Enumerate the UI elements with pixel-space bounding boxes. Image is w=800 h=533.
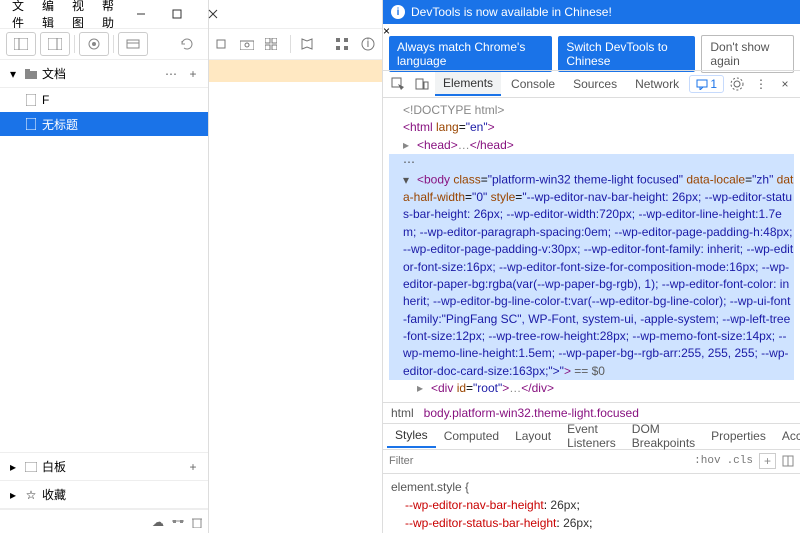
stab-acc[interactable]: Accessibility: [774, 425, 800, 447]
minimize-button[interactable]: [124, 2, 158, 26]
more-icon[interactable]: ⋮: [750, 73, 772, 95]
tag-icon[interactable]: [215, 38, 230, 50]
btn-switch-chinese[interactable]: Switch DevTools to Chinese: [558, 36, 695, 72]
bottom-sections: ▸ 白板 + ▸ ☆ 收藏: [0, 452, 208, 509]
middle-toolbar: i: [209, 28, 382, 60]
devtools-pane: i DevTools is now available in Chinese! …: [383, 0, 800, 533]
divider: [74, 35, 75, 53]
add-rule-icon[interactable]: +: [759, 453, 776, 469]
devtools-banner: i DevTools is now available in Chinese!: [383, 0, 800, 24]
grid-icon[interactable]: [265, 38, 280, 50]
middle-pane: i: [209, 0, 383, 533]
book-icon[interactable]: [301, 38, 316, 50]
file-icon: [26, 94, 36, 106]
settings-icon[interactable]: [172, 516, 184, 528]
stab-props[interactable]: Properties: [703, 425, 774, 447]
statusbar: ☁: [0, 509, 208, 533]
devtools-header: Elements Console Sources Network 1 ⋮ ×: [383, 70, 800, 98]
list-item[interactable]: [209, 60, 382, 82]
sync-button[interactable]: [118, 32, 148, 56]
stab-layout[interactable]: Layout: [507, 425, 559, 447]
menubar: 文件 编辑 视图 帮助: [0, 0, 208, 28]
section-label: 收藏: [42, 486, 202, 503]
tab-elements[interactable]: Elements: [435, 72, 501, 96]
left-toolbar: [0, 28, 208, 60]
tab-network[interactable]: Network: [627, 73, 687, 95]
section-whiteboard[interactable]: ▸ 白板 +: [0, 453, 208, 481]
section-add-icon[interactable]: +: [184, 460, 202, 474]
styles-tabs: Styles Computed Layout Event Listeners D…: [383, 424, 800, 450]
tab-console[interactable]: Console: [503, 73, 563, 95]
section-more-icon[interactable]: ⋯: [162, 67, 180, 81]
layout-button-2[interactable]: [40, 32, 70, 56]
gear-icon[interactable]: [726, 73, 748, 95]
stab-computed[interactable]: Computed: [436, 425, 507, 447]
folder-icon: [24, 69, 38, 79]
trash-icon[interactable]: [192, 516, 202, 528]
middle-toolbar-wrap: i: [209, 0, 382, 60]
chevron-right-icon: ▸: [6, 488, 20, 502]
star-icon: ☆: [24, 488, 38, 502]
devtools-close-icon[interactable]: ×: [774, 73, 796, 95]
dom-doctype: <!DOCTYPE html>: [403, 103, 504, 117]
middle-list: [209, 60, 382, 533]
divider: [290, 35, 291, 53]
grid2-icon[interactable]: [336, 38, 351, 50]
layout-button-1[interactable]: [6, 32, 36, 56]
panel-menu-icon[interactable]: [782, 455, 794, 467]
messages-badge[interactable]: 1: [689, 75, 724, 93]
chevron-down-icon: ▾: [6, 67, 20, 81]
banner-text: DevTools is now available in Chinese!: [411, 5, 612, 19]
crumb-html[interactable]: html: [391, 406, 414, 420]
circle-button[interactable]: [79, 32, 109, 56]
btn-match-language[interactable]: Always match Chrome's language: [389, 36, 552, 72]
section-label: 白板: [42, 458, 180, 475]
dom-body-node[interactable]: ⋯ ▾<body class="platform-win32 theme-lig…: [389, 154, 794, 380]
inspect-icon[interactable]: [387, 73, 409, 95]
css-declaration[interactable]: --wp-editor-nav-bar-height: 26px;: [391, 496, 792, 514]
tree-item[interactable]: F: [0, 88, 208, 112]
maximize-button[interactable]: [160, 2, 194, 26]
rule-selector: element.style {: [391, 478, 792, 496]
section-favorites[interactable]: ▸ ☆ 收藏: [0, 481, 208, 509]
left-pane: 文件 编辑 视图 帮助 ▾ 文档 ⋯ + F 无标题: [0, 0, 209, 533]
document-tree: F 无标题: [0, 88, 208, 452]
board-icon: [24, 462, 38, 472]
dom-tree[interactable]: <!DOCTYPE html> <html lang="en"> ▸<head>…: [383, 98, 800, 402]
btn-dont-show[interactable]: Don't show again: [701, 35, 794, 73]
cls-toggle[interactable]: .cls: [727, 455, 753, 467]
styles-filter-row: :hov .cls +: [383, 450, 800, 474]
section-documents[interactable]: ▾ 文档 ⋯ +: [0, 60, 208, 88]
section-label: 文档: [42, 65, 158, 82]
cloud-icon[interactable]: ☁: [152, 515, 164, 529]
tree-item-label: F: [42, 93, 49, 107]
info-icon[interactable]: i: [361, 37, 376, 51]
tree-item-selected[interactable]: 无标题: [0, 112, 208, 136]
camera-icon[interactable]: [240, 39, 255, 50]
device-icon[interactable]: [411, 73, 433, 95]
banner-buttons: Always match Chrome's language Switch De…: [383, 38, 800, 70]
filter-input[interactable]: [389, 455, 688, 467]
msg-count: 1: [710, 77, 717, 91]
info-icon: i: [391, 5, 405, 19]
refresh-icon[interactable]: [172, 32, 202, 56]
svg-text:i: i: [367, 37, 370, 50]
section-add-icon[interactable]: +: [184, 67, 202, 81]
tree-item-label: 无标题: [42, 116, 78, 133]
divider: [113, 35, 114, 53]
css-declaration[interactable]: --wp-editor-status-bar-height: 26px;: [391, 514, 792, 532]
chevron-right-icon: ▸: [6, 460, 20, 474]
styles-panel[interactable]: element.style { --wp-editor-nav-bar-heig…: [383, 474, 800, 533]
file-icon: [26, 118, 36, 130]
hov-toggle[interactable]: :hov: [694, 455, 720, 467]
tab-sources[interactable]: Sources: [565, 73, 625, 95]
stab-styles[interactable]: Styles: [387, 424, 436, 448]
